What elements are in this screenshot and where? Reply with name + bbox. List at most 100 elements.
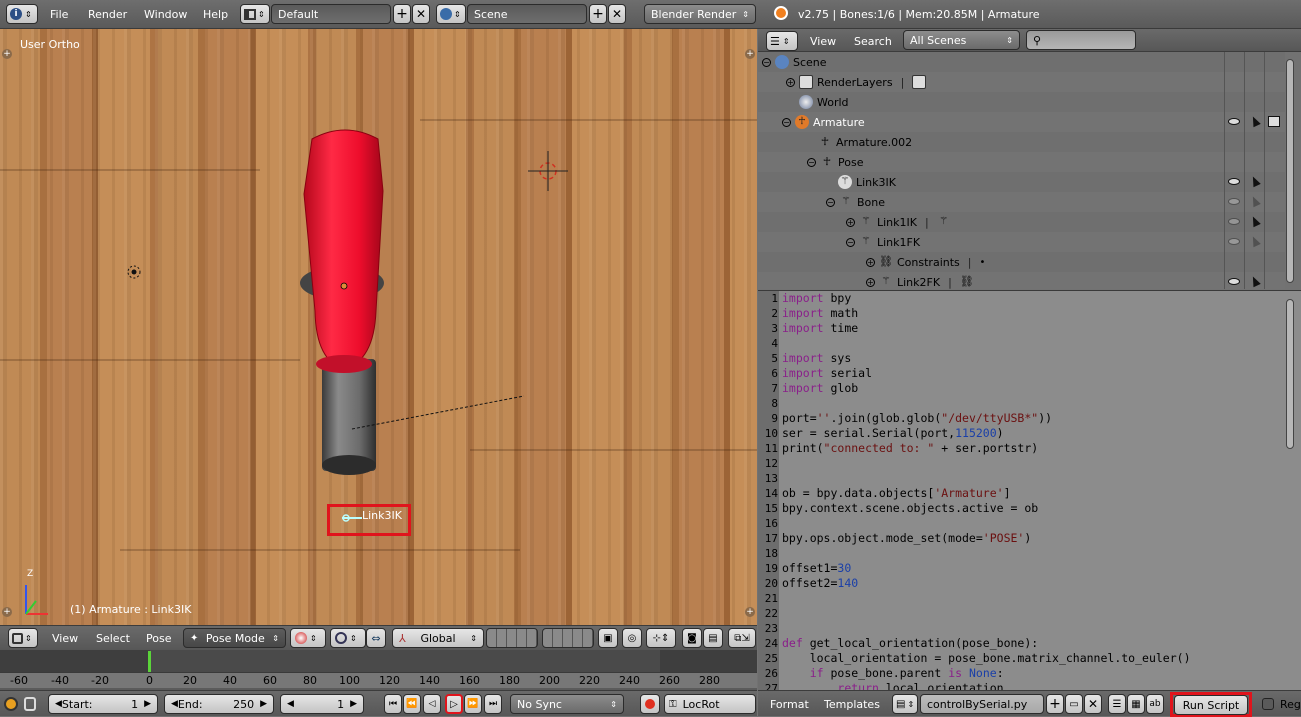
tree-row-constraints[interactable]: + ⛓ Constraints | • (758, 252, 1285, 272)
menu-pose[interactable]: Pose (146, 632, 171, 645)
menu-search[interactable]: Search (854, 35, 892, 48)
outliner[interactable]: ☰ ⇕ View Search All Scenes ⇕ ⚲ − Scene +… (758, 29, 1301, 289)
current-frame-marker[interactable] (148, 651, 151, 672)
syntax-highlight-toggle[interactable]: ab (1146, 694, 1164, 714)
menu-window[interactable]: Window (144, 8, 187, 21)
collapse-icon[interactable]: − (782, 117, 791, 127)
text-browse-button[interactable]: ▤ ⇕ (892, 694, 918, 714)
expand-icon[interactable]: + (786, 77, 795, 87)
current-frame-field[interactable]: ◀ 1 ▶ (280, 694, 364, 714)
play-reverse-button[interactable]: ◁ (423, 694, 441, 714)
add-scene-button[interactable]: + (589, 4, 607, 24)
tree-row-pose[interactable]: − ☥ Pose (758, 152, 1285, 172)
register-checkbox[interactable] (1262, 698, 1274, 710)
menu-render[interactable]: Render (88, 8, 127, 21)
expand-icon[interactable]: + (866, 257, 875, 267)
search-input[interactable]: ⚲ (1026, 30, 1136, 50)
end-frame-field[interactable]: ◀ End: 250 ▶ (164, 694, 274, 714)
sync-dropdown[interactable]: No Sync ⇕ (510, 694, 624, 714)
tree-row-link2fk[interactable]: + ⚚ Link2FK | ⛓ (758, 272, 1285, 289)
tree-row-link1fk[interactable]: − ⚚ Link1FK (758, 232, 1285, 252)
jump-key-back-button[interactable]: ⏪ (403, 694, 421, 714)
display-mode-dropdown[interactable]: All Scenes ⇕ (903, 30, 1020, 50)
eye-icon[interactable] (1228, 238, 1240, 245)
eye-icon[interactable] (1228, 178, 1240, 185)
word-wrap-toggle[interactable]: ▦ (1127, 694, 1145, 714)
jump-key-forward-button[interactable]: ⏩ (464, 694, 482, 714)
tree-row-world[interactable]: World (758, 92, 1285, 112)
collapse-icon[interactable]: − (826, 197, 835, 207)
eye-icon[interactable] (1228, 118, 1240, 125)
start-frame-field[interactable]: ◀ Start: 1 ▶ (48, 694, 158, 714)
mode-dropdown[interactable]: ✦ Pose Mode ⇕ (183, 628, 286, 648)
snap-button[interactable]: ⊹⇕ (646, 628, 676, 648)
layers-group-1[interactable] (486, 628, 538, 648)
tree-row-bone[interactable]: − ⚚ Bone (758, 192, 1285, 212)
editor-type-button[interactable]: ⇕ (8, 628, 38, 648)
eye-icon[interactable] (1228, 198, 1240, 205)
pivot-point-button[interactable]: ⇕ (330, 628, 366, 648)
proportional-edit-button[interactable]: ◎ (622, 628, 642, 648)
code-area[interactable]: 1 import bpy 2 import math 3 import time 4 … (758, 291, 1283, 691)
lock-layers-button[interactable]: ▣ (598, 628, 618, 648)
layers-group-2[interactable] (542, 628, 594, 648)
clock-icon[interactable] (4, 697, 18, 711)
menu-file[interactable]: File (50, 8, 68, 21)
scene-selector-button[interactable]: ⇕ (436, 4, 466, 24)
line-numbers-toggle[interactable]: ☰ (1108, 694, 1126, 714)
collapse-icon[interactable]: − (846, 237, 855, 247)
menu-format[interactable]: Format (770, 698, 809, 711)
eye-icon[interactable] (1228, 278, 1240, 285)
collapse-icon[interactable]: − (807, 157, 816, 167)
3d-viewport[interactable]: User Ortho + + + + Z Link3IK (1) Armatur… (0, 29, 757, 625)
lock-icon[interactable] (24, 697, 36, 711)
render-animation-button[interactable]: ▤ (703, 628, 723, 648)
jump-end-button[interactable]: ⏭ (484, 694, 502, 714)
timeline[interactable]: -60 -40 -20 0 20 40 60 80 100 120 140 16… (0, 650, 757, 690)
delete-layout-button[interactable]: ✕ (412, 4, 430, 24)
screen-layout-button[interactable]: ⇕ (240, 4, 270, 24)
tree-row-renderlayers[interactable]: + RenderLayers | (758, 72, 1285, 92)
menu-templates[interactable]: Templates (824, 698, 880, 711)
text-editor[interactable]: 1 import bpy 2 import math 3 import time 4 … (758, 290, 1301, 691)
viewport-shading-button[interactable]: ⇕ (290, 628, 326, 648)
delete-scene-button[interactable]: ✕ (608, 4, 626, 24)
auto-keying-button[interactable] (640, 694, 660, 714)
editor-type-button[interactable]: ☰ ⇕ (766, 31, 798, 51)
run-script-button[interactable]: Run Script (1174, 695, 1248, 715)
new-text-button[interactable]: + (1046, 694, 1064, 714)
expand-icon[interactable]: + (846, 217, 855, 227)
tree-row-scene[interactable]: − Scene (758, 52, 1285, 72)
menu-view[interactable]: View (810, 35, 836, 48)
expand-icon[interactable]: + (866, 277, 875, 287)
render-still-button[interactable]: ◙ (682, 628, 702, 648)
tree-row-link1ik[interactable]: + ⚚ Link1IK | ⚚ (758, 212, 1285, 232)
tree-row-armature-data[interactable]: ☥ Armature.002 (758, 132, 1285, 152)
transform-orientation-dropdown[interactable]: ⅄ Global ⇕ (392, 628, 484, 648)
add-layout-button[interactable]: + (393, 4, 411, 24)
timeline-track[interactable] (0, 650, 757, 672)
menu-select[interactable]: Select (96, 632, 130, 645)
scene-field[interactable]: Scene (467, 4, 587, 24)
menu-help[interactable]: Help (203, 8, 228, 21)
text-scrollbar[interactable] (1286, 299, 1294, 449)
tree-row-armature[interactable]: − ☥ Armature (758, 112, 1285, 132)
editor-type-button[interactable]: i ⇕ (6, 4, 38, 24)
render-icon[interactable] (1268, 116, 1280, 127)
outliner-scrollbar[interactable] (1286, 59, 1294, 283)
eye-icon[interactable] (1228, 218, 1240, 225)
keying-set-field[interactable]: ⚿ LocRot (664, 694, 756, 714)
unlink-text-button[interactable]: ✕ (1084, 694, 1102, 714)
play-button[interactable]: ▷ (445, 694, 463, 714)
filename-label: controlBySerial.py (927, 697, 1028, 711)
menu-view[interactable]: View (52, 632, 78, 645)
jump-start-button[interactable]: ⏮ (384, 694, 402, 714)
manipulator-toggle[interactable]: ⇔ (366, 628, 386, 648)
render-engine-dropdown[interactable]: Blender Render ⇕ (644, 4, 756, 24)
copy-pose-button[interactable]: ⧉⇲ (728, 628, 756, 648)
collapse-icon[interactable]: − (762, 57, 771, 67)
screen-layout-field[interactable]: Default (271, 4, 391, 24)
text-filename-field[interactable]: controlBySerial.py (920, 694, 1044, 714)
open-text-button[interactable]: ▭ (1065, 694, 1083, 714)
tree-row-link3ik[interactable]: ⚚ Link3IK (758, 172, 1285, 192)
